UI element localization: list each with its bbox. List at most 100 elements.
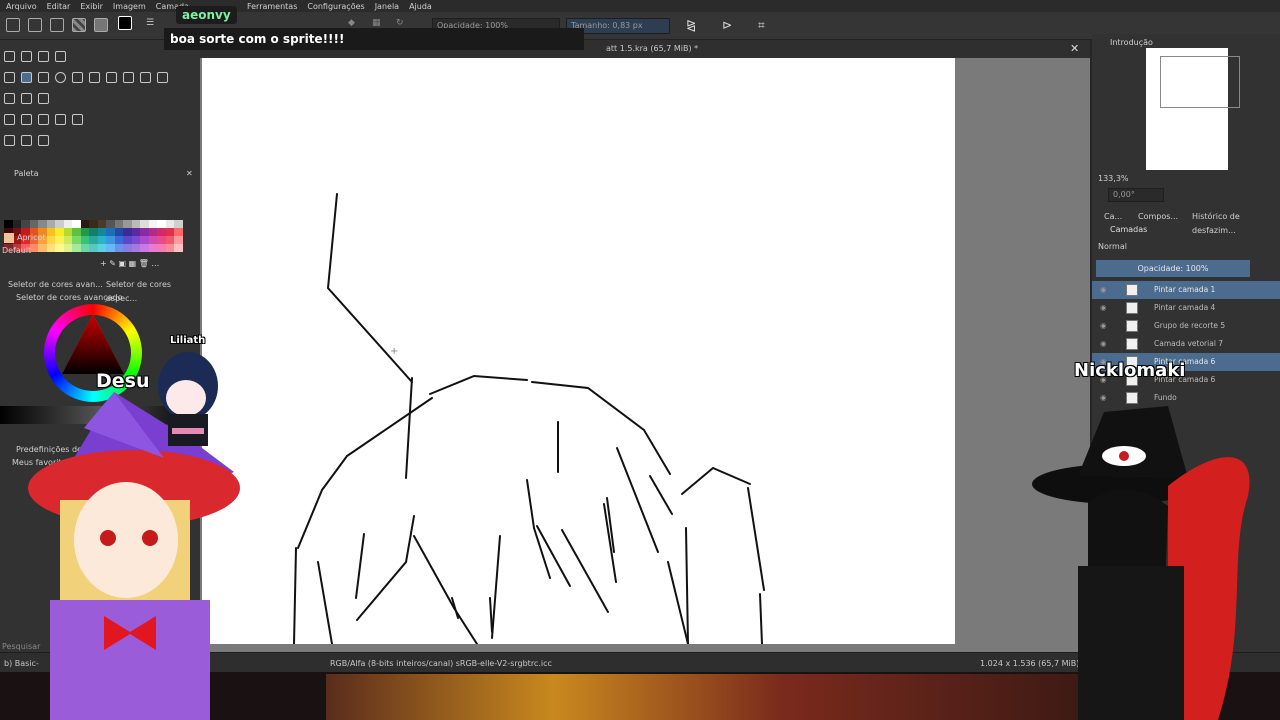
palette-swatch[interactable] <box>165 244 174 252</box>
palette-swatch[interactable] <box>148 220 157 228</box>
palette-swatch[interactable] <box>12 220 21 228</box>
palette-swatch[interactable] <box>157 228 166 236</box>
palette-swatch[interactable] <box>89 236 98 244</box>
palette-swatch[interactable] <box>55 236 64 244</box>
calligraphy-tool-icon[interactable] <box>55 51 66 62</box>
palette-swatch[interactable] <box>97 228 106 236</box>
palette-close-icon[interactable]: ✕ <box>186 167 193 181</box>
palette-swatch[interactable] <box>174 228 183 236</box>
layer-opacity-slider[interactable]: Opacidade: 100% <box>1096 260 1250 277</box>
line-tool-icon[interactable] <box>21 72 32 83</box>
palette-swatch[interactable] <box>174 236 183 244</box>
palette-tools[interactable]: + ✎ ▣ ▦ 🗑 … <box>100 257 159 271</box>
ellipse-tool-icon[interactable] <box>55 72 66 83</box>
palette-swatch[interactable] <box>55 244 64 252</box>
crop-tool-icon[interactable] <box>38 93 49 104</box>
layer-row[interactable]: ◉ Camada vetorial 7 <box>1092 335 1280 353</box>
bezier-tool-icon[interactable] <box>106 72 117 83</box>
palette-swatch[interactable] <box>4 220 13 228</box>
palette-swatch[interactable] <box>89 244 98 252</box>
layer-row[interactable]: ◉ Pintar camada 1 <box>1092 281 1280 299</box>
palette-swatch[interactable] <box>114 228 123 236</box>
gradient-tool-icon[interactable] <box>4 114 15 125</box>
palette-swatch[interactable] <box>46 244 55 252</box>
palette-swatch[interactable] <box>97 220 106 228</box>
blend-mode-select[interactable]: Normal <box>1098 240 1127 254</box>
close-document-icon[interactable]: ✕ <box>1070 42 1079 55</box>
palette-swatch[interactable] <box>157 244 166 252</box>
palette-swatch[interactable] <box>123 220 132 228</box>
zoom-value[interactable]: 133,3% <box>1098 172 1129 186</box>
palette-swatch[interactable] <box>46 228 55 236</box>
tab-brush-editor[interactable]: Ca... <box>1104 210 1122 224</box>
palette-swatch[interactable] <box>123 228 132 236</box>
palette-swatch[interactable] <box>80 236 89 244</box>
layer-visibility-icon[interactable]: ◉ <box>1100 317 1107 335</box>
palette-swatch[interactable] <box>106 244 115 252</box>
brush-tool-icon[interactable] <box>4 72 15 83</box>
menu-exibir[interactable]: Exibir <box>80 2 103 11</box>
open-file-icon[interactable] <box>28 18 42 32</box>
layer-name[interactable]: Grupo de recorte 5 <box>1154 317 1225 335</box>
brush-settings-icon[interactable]: ☰ <box>146 18 160 32</box>
palette-swatch[interactable] <box>106 228 115 236</box>
palette-swatch[interactable] <box>63 244 72 252</box>
reference-tool-icon[interactable] <box>38 135 49 146</box>
palette-swatch[interactable] <box>165 228 174 236</box>
palette-swatch[interactable] <box>63 228 72 236</box>
move-tool-icon[interactable] <box>21 93 32 104</box>
palette-swatch[interactable] <box>80 220 89 228</box>
layer-name[interactable]: Pintar camada 1 <box>1154 281 1215 299</box>
palette-swatch[interactable] <box>131 236 140 244</box>
layer-visibility-icon[interactable]: ◉ <box>1100 299 1107 317</box>
palette-swatch[interactable] <box>157 236 166 244</box>
palette-swatch[interactable] <box>72 244 81 252</box>
menu-configuracoes[interactable]: Configurações <box>307 2 364 11</box>
palette-swatch[interactable] <box>106 236 115 244</box>
layer-name[interactable]: Pintar camada 4 <box>1154 299 1215 317</box>
palette-swatch[interactable] <box>46 220 55 228</box>
select-tool-icon[interactable] <box>4 51 15 62</box>
palette-swatch[interactable] <box>72 228 81 236</box>
tab-adv-color-selector[interactable]: Seletor de cores avan... <box>8 278 103 292</box>
text-tool-icon[interactable] <box>21 51 32 62</box>
menu-editar[interactable]: Editar <box>47 2 71 11</box>
layer-row[interactable]: ◉ Pintar camada 4 <box>1092 299 1280 317</box>
palette-swatch[interactable] <box>140 236 149 244</box>
palette-swatch[interactable] <box>140 220 149 228</box>
palette-swatch[interactable] <box>131 220 140 228</box>
save-icon[interactable] <box>50 18 64 32</box>
menu-imagem[interactable]: Imagem <box>113 2 146 11</box>
wrap-around-icon[interactable]: ⌗ <box>758 18 772 32</box>
palette-swatch[interactable] <box>55 228 64 236</box>
rectangle-tool-icon[interactable] <box>38 72 49 83</box>
freehand-path-tool-icon[interactable] <box>123 72 134 83</box>
palette-swatch[interactable] <box>38 220 47 228</box>
palette-swatch[interactable] <box>157 220 166 228</box>
palette-swatch[interactable] <box>148 236 157 244</box>
palette-swatch[interactable] <box>114 220 123 228</box>
tab-compositions[interactable]: Compos... <box>1138 210 1178 224</box>
layer-name[interactable]: Camada vetorial 7 <box>1154 335 1223 353</box>
palette-swatch[interactable] <box>123 244 132 252</box>
assistant-tool-icon[interactable] <box>4 135 15 146</box>
layer-visibility-icon[interactable]: ◉ <box>1100 281 1107 299</box>
palette-swatch[interactable] <box>55 220 64 228</box>
polygon-tool-icon[interactable] <box>72 72 83 83</box>
polyline-tool-icon[interactable] <box>89 72 100 83</box>
layer-row[interactable]: ◉ Fundo <box>1092 389 1280 407</box>
mirror-horizontal-icon[interactable]: ⧎ <box>686 18 700 32</box>
layer-visibility-icon[interactable]: ◉ <box>1100 389 1107 407</box>
multibrush-tool-icon[interactable] <box>157 72 168 83</box>
gradient-icon[interactable] <box>72 18 86 32</box>
dynamic-brush-tool-icon[interactable] <box>140 72 151 83</box>
palette-swatch[interactable] <box>140 244 149 252</box>
menu-arquivo[interactable]: Arquivo <box>6 2 37 11</box>
palette-swatch[interactable] <box>80 228 89 236</box>
fg-bg-color-icon[interactable] <box>118 16 132 30</box>
palette-swatch[interactable] <box>165 236 174 244</box>
palette-swatch[interactable] <box>123 236 132 244</box>
palette-swatch[interactable] <box>174 244 183 252</box>
overview-thumbnail[interactable] <box>1146 48 1240 170</box>
palette-swatch[interactable] <box>89 220 98 228</box>
